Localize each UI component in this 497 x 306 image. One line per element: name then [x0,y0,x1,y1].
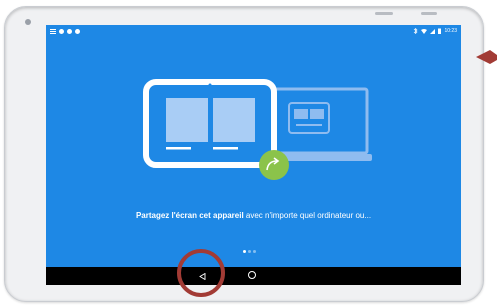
page-dot [248,250,251,253]
tablet-screen: 10:23 Partagez l'écran cet appareil avec… [46,25,461,285]
back-button-highlight [177,249,225,297]
volume-button [375,12,393,15]
page-dot [253,250,256,253]
screen-sharing-illustration [143,79,372,180]
caption-bold: Partagez l'écran cet appareil [135,211,244,220]
page-indicator [243,250,256,253]
pointer-arrow-icon [476,50,497,64]
onboarding-caption: Partagez l'écran cet appareil avec n'imp… [46,211,461,220]
tablet-illustration [143,79,277,168]
share-arrow-icon [259,150,289,180]
caption-text: avec n'importe quel ordinateur ou... [243,211,372,220]
power-button [421,12,437,15]
page-dot-active [243,250,246,253]
navigation-bar [46,267,461,285]
home-icon[interactable] [248,271,256,279]
front-camera [25,19,31,25]
